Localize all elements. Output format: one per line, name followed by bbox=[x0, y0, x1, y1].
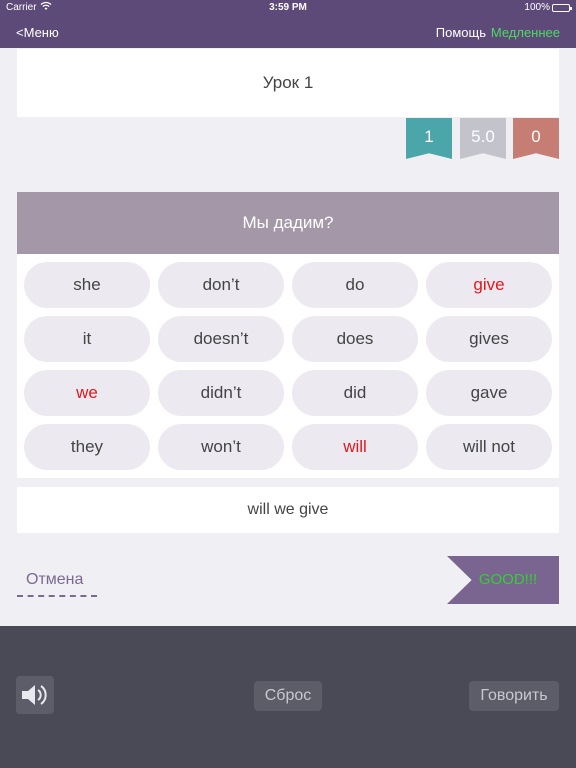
feedback-banner: GOOD!!! bbox=[447, 556, 559, 604]
word-button[interactable]: don’t bbox=[158, 262, 284, 308]
score-badge: 5.0 bbox=[460, 118, 506, 159]
battery-icon bbox=[552, 4, 572, 12]
word-button[interactable]: she bbox=[24, 262, 150, 308]
slower-button[interactable]: Медленнее bbox=[491, 25, 560, 40]
reset-button[interactable]: Сброс bbox=[254, 681, 322, 711]
word-button[interactable]: they bbox=[24, 424, 150, 470]
word-button[interactable]: doesn’t bbox=[158, 316, 284, 362]
status-bar: Carrier 3:59 PM 100% bbox=[0, 0, 576, 16]
word-button[interactable]: did bbox=[292, 370, 418, 416]
cancel-underline bbox=[17, 595, 97, 597]
word-button[interactable]: didn’t bbox=[158, 370, 284, 416]
speak-button[interactable]: Говорить bbox=[469, 681, 559, 711]
word-button[interactable]: it bbox=[24, 316, 150, 362]
answer-field: will we give bbox=[17, 487, 559, 533]
errors-badge: 0 bbox=[513, 118, 559, 159]
word-button[interactable]: gave bbox=[426, 370, 552, 416]
count-badge: 1 bbox=[406, 118, 452, 159]
navigation-bar: <Меню Помощь Медленнее bbox=[0, 16, 576, 48]
battery-percentage: 100% bbox=[524, 2, 550, 13]
word-button[interactable]: won’t bbox=[158, 424, 284, 470]
word-button[interactable]: give bbox=[426, 262, 552, 308]
speaker-button[interactable] bbox=[16, 676, 54, 714]
cancel-button[interactable]: Отмена bbox=[26, 571, 83, 589]
word-button[interactable]: will not bbox=[426, 424, 552, 470]
back-to-menu-button[interactable]: <Меню bbox=[16, 25, 59, 40]
speaker-icon bbox=[22, 685, 47, 705]
word-button[interactable]: do bbox=[292, 262, 418, 308]
lesson-title: Урок 1 bbox=[17, 49, 559, 117]
help-button[interactable]: Помощь bbox=[436, 25, 486, 40]
question-prompt: Мы дадим? bbox=[17, 192, 559, 254]
word-grid: she don’t do give it doesn’t does gives … bbox=[17, 254, 559, 478]
word-button[interactable]: will bbox=[292, 424, 418, 470]
bottom-toolbar: Сброс Говорить bbox=[0, 626, 576, 768]
word-button[interactable]: we bbox=[24, 370, 150, 416]
word-button[interactable]: does bbox=[292, 316, 418, 362]
word-button[interactable]: gives bbox=[426, 316, 552, 362]
clock: 3:59 PM bbox=[269, 2, 307, 13]
